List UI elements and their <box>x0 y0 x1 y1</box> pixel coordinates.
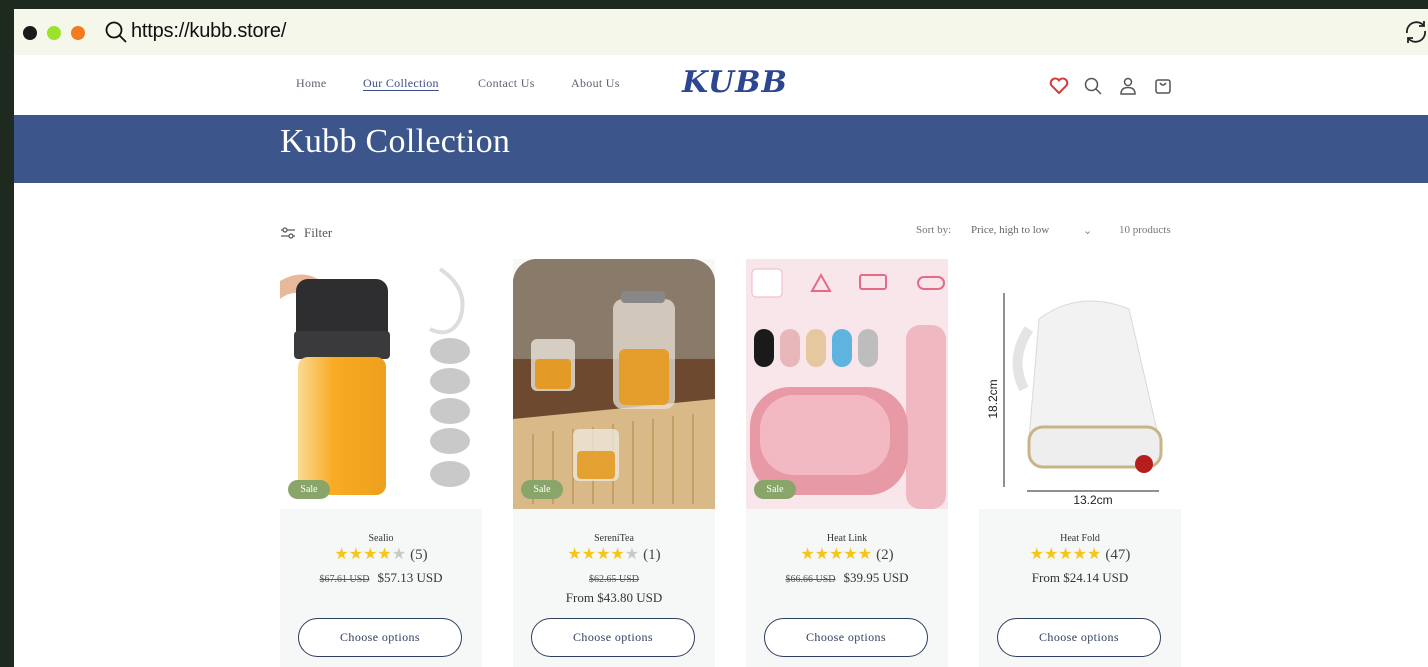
account-icon[interactable] <box>1117 75 1139 97</box>
product-card[interactable]: Sale Sealio ★★★★★ (5) $67.61 USD $57.13 U… <box>280 259 482 667</box>
star-rating: ★★★★★ (5) <box>334 546 428 563</box>
product-image[interactable] <box>280 259 482 509</box>
product-image[interactable] <box>746 259 948 509</box>
window-maximize-dot[interactable] <box>71 26 85 40</box>
choose-options-button[interactable]: Choose options <box>764 618 928 657</box>
star-rating: ★★★★★ (1) <box>567 546 661 563</box>
product-card[interactable]: 18.2cm 13.2cm Heat Fold ★★★★★ (47) From … <box>979 259 1181 667</box>
filter-icon <box>281 227 295 239</box>
product-image[interactable] <box>513 259 715 509</box>
compare-price: $62.65 USD <box>588 574 639 585</box>
heart-icon[interactable] <box>1048 75 1070 97</box>
compare-price: $67.61 USD <box>319 574 370 585</box>
filter-label: Filter <box>304 225 333 240</box>
sort-label: Sort by: <box>916 224 952 236</box>
compare-price: $66.66 USD <box>785 574 836 585</box>
choose-options-button[interactable]: Choose options <box>531 618 695 657</box>
sale-badge: Sale <box>521 480 563 499</box>
sort-select[interactable]: Price, high to low <box>971 224 1049 236</box>
review-count: (5) <box>410 547 428 563</box>
product-count: 10 products <box>1119 224 1171 236</box>
price-row: $62.65 USD <box>513 570 715 586</box>
chevron-down-icon[interactable]: ⌄ <box>1083 224 1092 237</box>
page-content: Home Our Collection Contact Us About Us … <box>14 55 1428 667</box>
cart-icon[interactable] <box>1152 75 1174 97</box>
review-count: (2) <box>876 547 894 563</box>
review-count: (47) <box>1105 547 1131 563</box>
sale-price: $39.95 USD <box>843 570 909 585</box>
search-icon <box>104 20 128 49</box>
search-icon[interactable] <box>1082 75 1104 97</box>
page-title: Kubb Collection <box>280 123 511 160</box>
product-image[interactable]: 18.2cm 13.2cm <box>979 259 1181 509</box>
nav-our-collection[interactable]: Our Collection <box>363 76 439 91</box>
product-title[interactable]: Heat Fold <box>979 533 1181 544</box>
review-count: (1) <box>643 547 661 563</box>
window-close-dot[interactable] <box>23 26 37 40</box>
star-rating: ★★★★★ (2) <box>800 546 894 563</box>
height-dimension-label: 18.2cm <box>986 379 1000 418</box>
star-rating: ★★★★★ (47) <box>1029 546 1131 563</box>
sale-price: $57.13 USD <box>377 570 443 585</box>
nav-about-us[interactable]: About Us <box>571 76 620 91</box>
browser-toolbar: https://kubb.store/ <box>14 9 1428 55</box>
product-title[interactable]: Heat Link <box>746 533 948 544</box>
product-title[interactable]: SereniTea <box>513 533 715 544</box>
sale-price: From $24.14 USD <box>1031 570 1129 585</box>
nav-contact-us[interactable]: Contact Us <box>478 76 535 91</box>
product-card[interactable]: Sale Heat Link ★★★★★ (2) $66.66 USD $39.9… <box>746 259 948 667</box>
sale-badge: Sale <box>288 480 330 499</box>
choose-options-button[interactable]: Choose options <box>298 618 462 657</box>
price-row: $67.61 USD $57.13 USD <box>280 570 482 586</box>
window-minimize-dot[interactable] <box>47 26 61 40</box>
price-row: $66.66 USD $39.95 USD <box>746 570 948 586</box>
sale-price: From $43.80 USD <box>565 590 663 605</box>
sale-badge: Sale <box>754 480 796 499</box>
address-bar[interactable]: https://kubb.store/ <box>131 20 286 43</box>
nav-home[interactable]: Home <box>296 76 327 91</box>
reload-icon[interactable] <box>1402 18 1428 51</box>
filter-button[interactable]: Filter <box>280 225 332 241</box>
collection-banner: Kubb Collection <box>14 115 1428 183</box>
choose-options-button[interactable]: Choose options <box>997 618 1161 657</box>
product-title[interactable]: Sealio <box>280 533 482 544</box>
product-card[interactable]: Sale SereniTea ★★★★★ (1) $62.65 USD From… <box>513 259 715 667</box>
width-dimension-label: 13.2cm <box>1073 493 1112 507</box>
site-logo[interactable]: KUBB <box>682 65 788 100</box>
